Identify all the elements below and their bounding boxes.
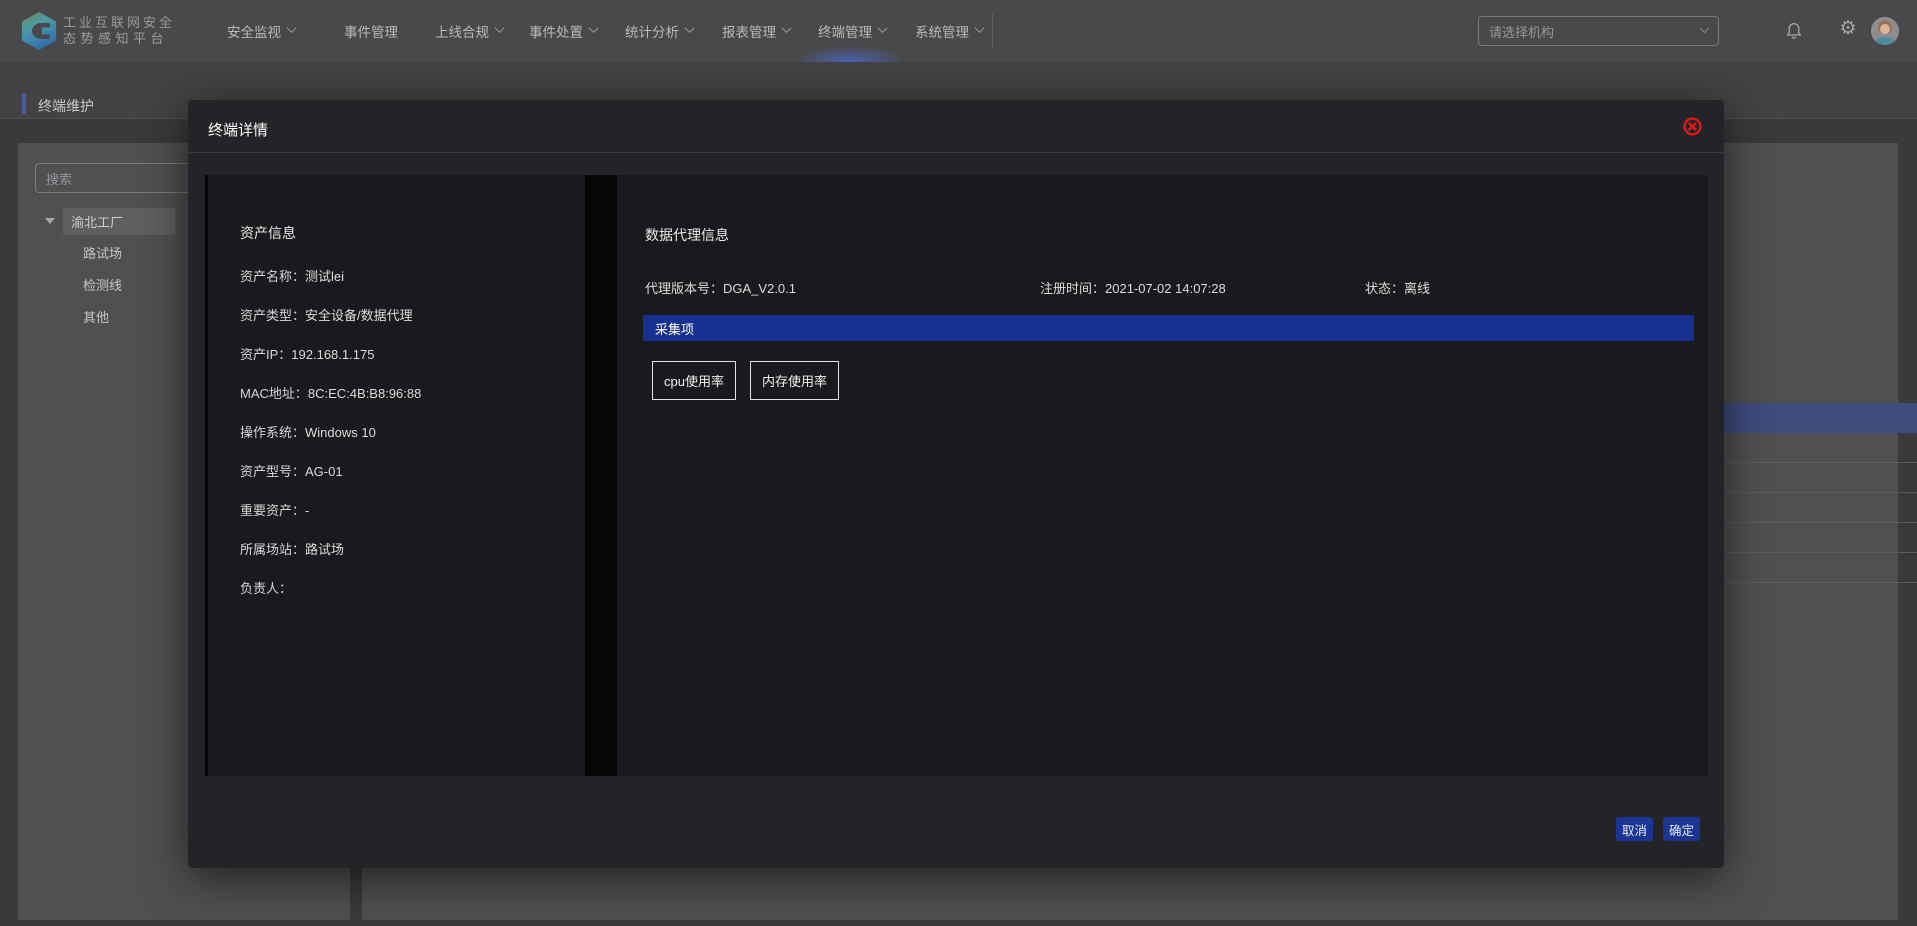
tree-node-child[interactable]: 检测线 xyxy=(83,275,122,294)
main-nav: 安全监视 事件管理 上线合规 事件处置 统计分析 报表管理 终端管理 系统管理 xyxy=(227,0,983,62)
confirm-button[interactable]: 确定 xyxy=(1663,817,1700,841)
app-screen: 工业互联网安全 态势感知平台 安全监视 事件管理 上线合规 事件处置 统计分析 … xyxy=(0,0,1917,926)
chevron-down-icon xyxy=(287,23,297,33)
nav-item-event-handling[interactable]: 事件处置 xyxy=(529,21,597,41)
asset-field: 资产类型：安全设备/数据代理 xyxy=(240,305,421,344)
asset-field: 操作系统：Windows 10 xyxy=(240,422,421,461)
asset-field: 资产IP：192.168.1.175 xyxy=(240,344,421,383)
agent-register-time-field: 注册时间：2021-07-02 14:07:28 xyxy=(1040,278,1226,297)
nav-item-statistics[interactable]: 统计分析 xyxy=(625,21,693,41)
nav-item-online-compliance[interactable]: 上线合规 xyxy=(435,21,503,41)
brand-title-line2: 态势感知平台 xyxy=(63,31,175,47)
page-title: 终端维护 xyxy=(38,96,94,116)
collection-items-header: 采集项 xyxy=(643,315,1694,341)
nav-item-terminal-management[interactable]: 终端管理 xyxy=(818,21,886,41)
modal-body: 资产信息 资产名称：测试lei 资产类型：安全设备/数据代理 资产IP：192.… xyxy=(205,175,1708,776)
brand-title-line1: 工业互联网安全 xyxy=(63,15,175,31)
collection-item-cpu[interactable]: cpu使用率 xyxy=(652,361,736,400)
asset-field: 资产型号：AG-01 xyxy=(240,461,421,500)
asset-info-panel: 资产信息 资产名称：测试lei 资产类型：安全设备/数据代理 资产IP：192.… xyxy=(208,175,585,776)
asset-field-list: 资产名称：测试lei 资产类型：安全设备/数据代理 资产IP：192.168.1… xyxy=(240,266,421,617)
tree-search-placeholder: 搜索 xyxy=(46,169,72,188)
asset-field: 所属场站：路试场 xyxy=(240,539,421,578)
cancel-button[interactable]: 取消 xyxy=(1616,817,1653,841)
modal-titlebar: 终端详情 xyxy=(188,100,1724,153)
top-header-bar: 工业互联网安全 态势感知平台 安全监视 事件管理 上线合规 事件处置 统计分析 … xyxy=(0,0,1917,62)
chevron-down-icon xyxy=(495,23,505,33)
agent-status-field: 状态：离线 xyxy=(1365,278,1430,297)
terminal-detail-modal: 终端详情 资产信息 资产名称：测试lei 资产类型：安全设备/数据代理 资产IP… xyxy=(188,100,1724,868)
asset-field: 资产名称：测试lei xyxy=(240,266,421,305)
chevron-down-icon xyxy=(589,23,599,33)
agent-section-title: 数据代理信息 xyxy=(645,225,729,245)
data-agent-panel: 数据代理信息 代理版本号：DGA_V2.0.1 注册时间：2021-07-02 … xyxy=(617,175,1708,776)
nav-item-security-monitoring[interactable]: 安全监视 xyxy=(227,21,295,41)
collection-item-list: cpu使用率 内存使用率 xyxy=(652,361,839,400)
asset-section-title: 资产信息 xyxy=(240,223,296,243)
tree-root-label: 渝北工厂 xyxy=(63,208,175,235)
nav-item-event-management[interactable]: 事件管理 xyxy=(344,21,398,41)
agent-version-field: 代理版本号：DGA_V2.0.1 xyxy=(645,278,796,297)
nav-divider xyxy=(992,13,993,49)
close-icon[interactable] xyxy=(1683,117,1702,136)
modal-title: 终端详情 xyxy=(208,119,268,140)
brand-logo-icon xyxy=(20,12,58,50)
tree-node-child[interactable]: 其他 xyxy=(83,307,109,326)
nav-item-report-management[interactable]: 报表管理 xyxy=(722,21,790,41)
notification-bell-icon[interactable] xyxy=(1784,21,1804,41)
collection-item-memory[interactable]: 内存使用率 xyxy=(750,361,839,400)
chevron-down-icon xyxy=(1700,23,1710,33)
asset-field: MAC地址：8C:EC:4B:B8:96:88 xyxy=(240,383,421,422)
chevron-down-icon xyxy=(685,23,695,33)
chevron-down-icon xyxy=(782,23,792,33)
tree-node-child[interactable]: 路试场 xyxy=(83,243,122,262)
asset-field: 负责人： xyxy=(240,578,421,617)
organization-select-placeholder: 请选择机构 xyxy=(1489,22,1554,41)
nav-item-system-management[interactable]: 系统管理 xyxy=(915,21,983,41)
modal-footer: 取消 确定 xyxy=(1616,817,1700,841)
chevron-down-icon xyxy=(878,23,888,33)
brand-title: 工业互联网安全 态势感知平台 xyxy=(63,15,175,47)
asset-field: 重要资产：- xyxy=(240,500,421,539)
organization-select[interactable]: 请选择机构 xyxy=(1478,16,1719,46)
page-title-accent xyxy=(22,93,26,114)
user-avatar[interactable] xyxy=(1871,17,1899,45)
chevron-down-icon xyxy=(975,23,985,33)
settings-gear-icon[interactable]: ⚙ xyxy=(1836,18,1860,42)
tree-expand-icon[interactable] xyxy=(45,218,55,224)
